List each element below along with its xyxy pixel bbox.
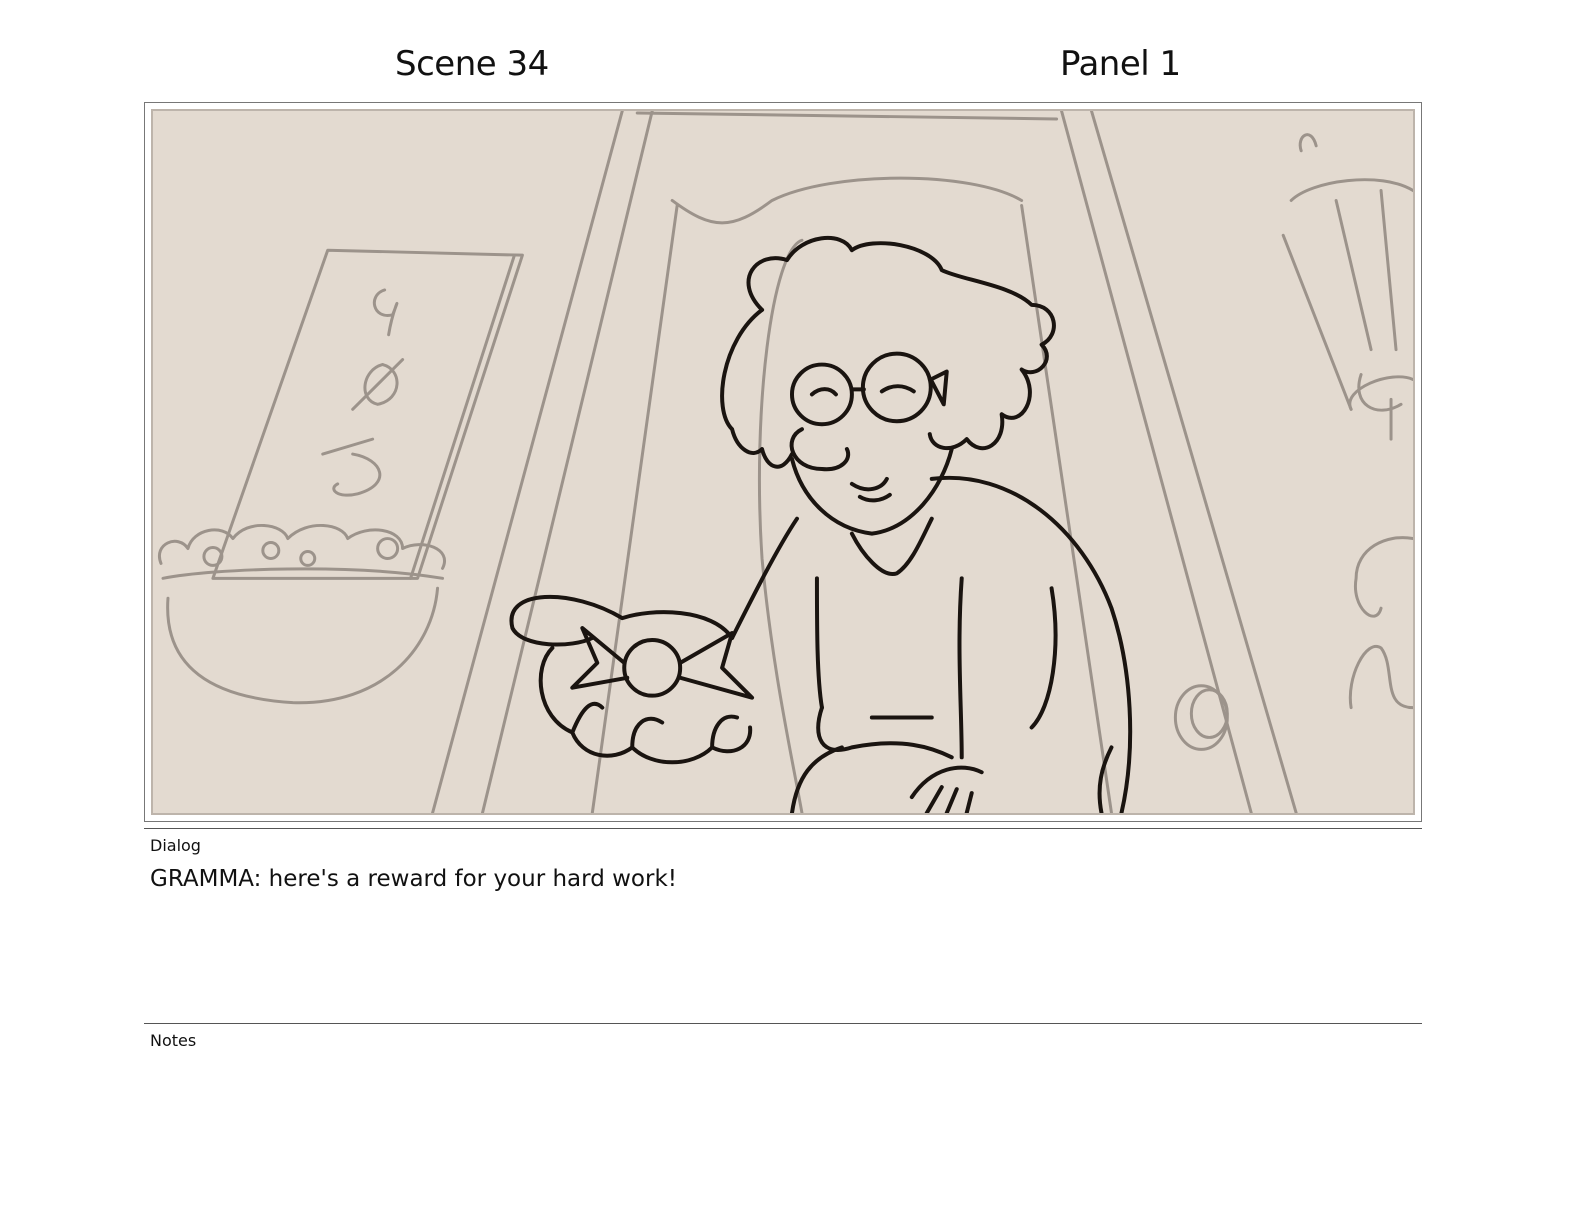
dialog-divider (144, 828, 1422, 829)
gramma-candy-sketch (157, 111, 1413, 813)
dialog-label: Dialog (150, 836, 201, 855)
notes-divider (144, 1023, 1422, 1024)
dialog-text: GRAMMA: here's a reward for your hard wo… (150, 866, 677, 892)
storyboard-panel-frame (144, 102, 1422, 822)
storyboard-drawing (151, 109, 1415, 815)
panel-number: Panel 1 (1060, 44, 1181, 84)
scene-number: Scene 34 (395, 44, 549, 84)
notes-label: Notes (150, 1031, 197, 1050)
